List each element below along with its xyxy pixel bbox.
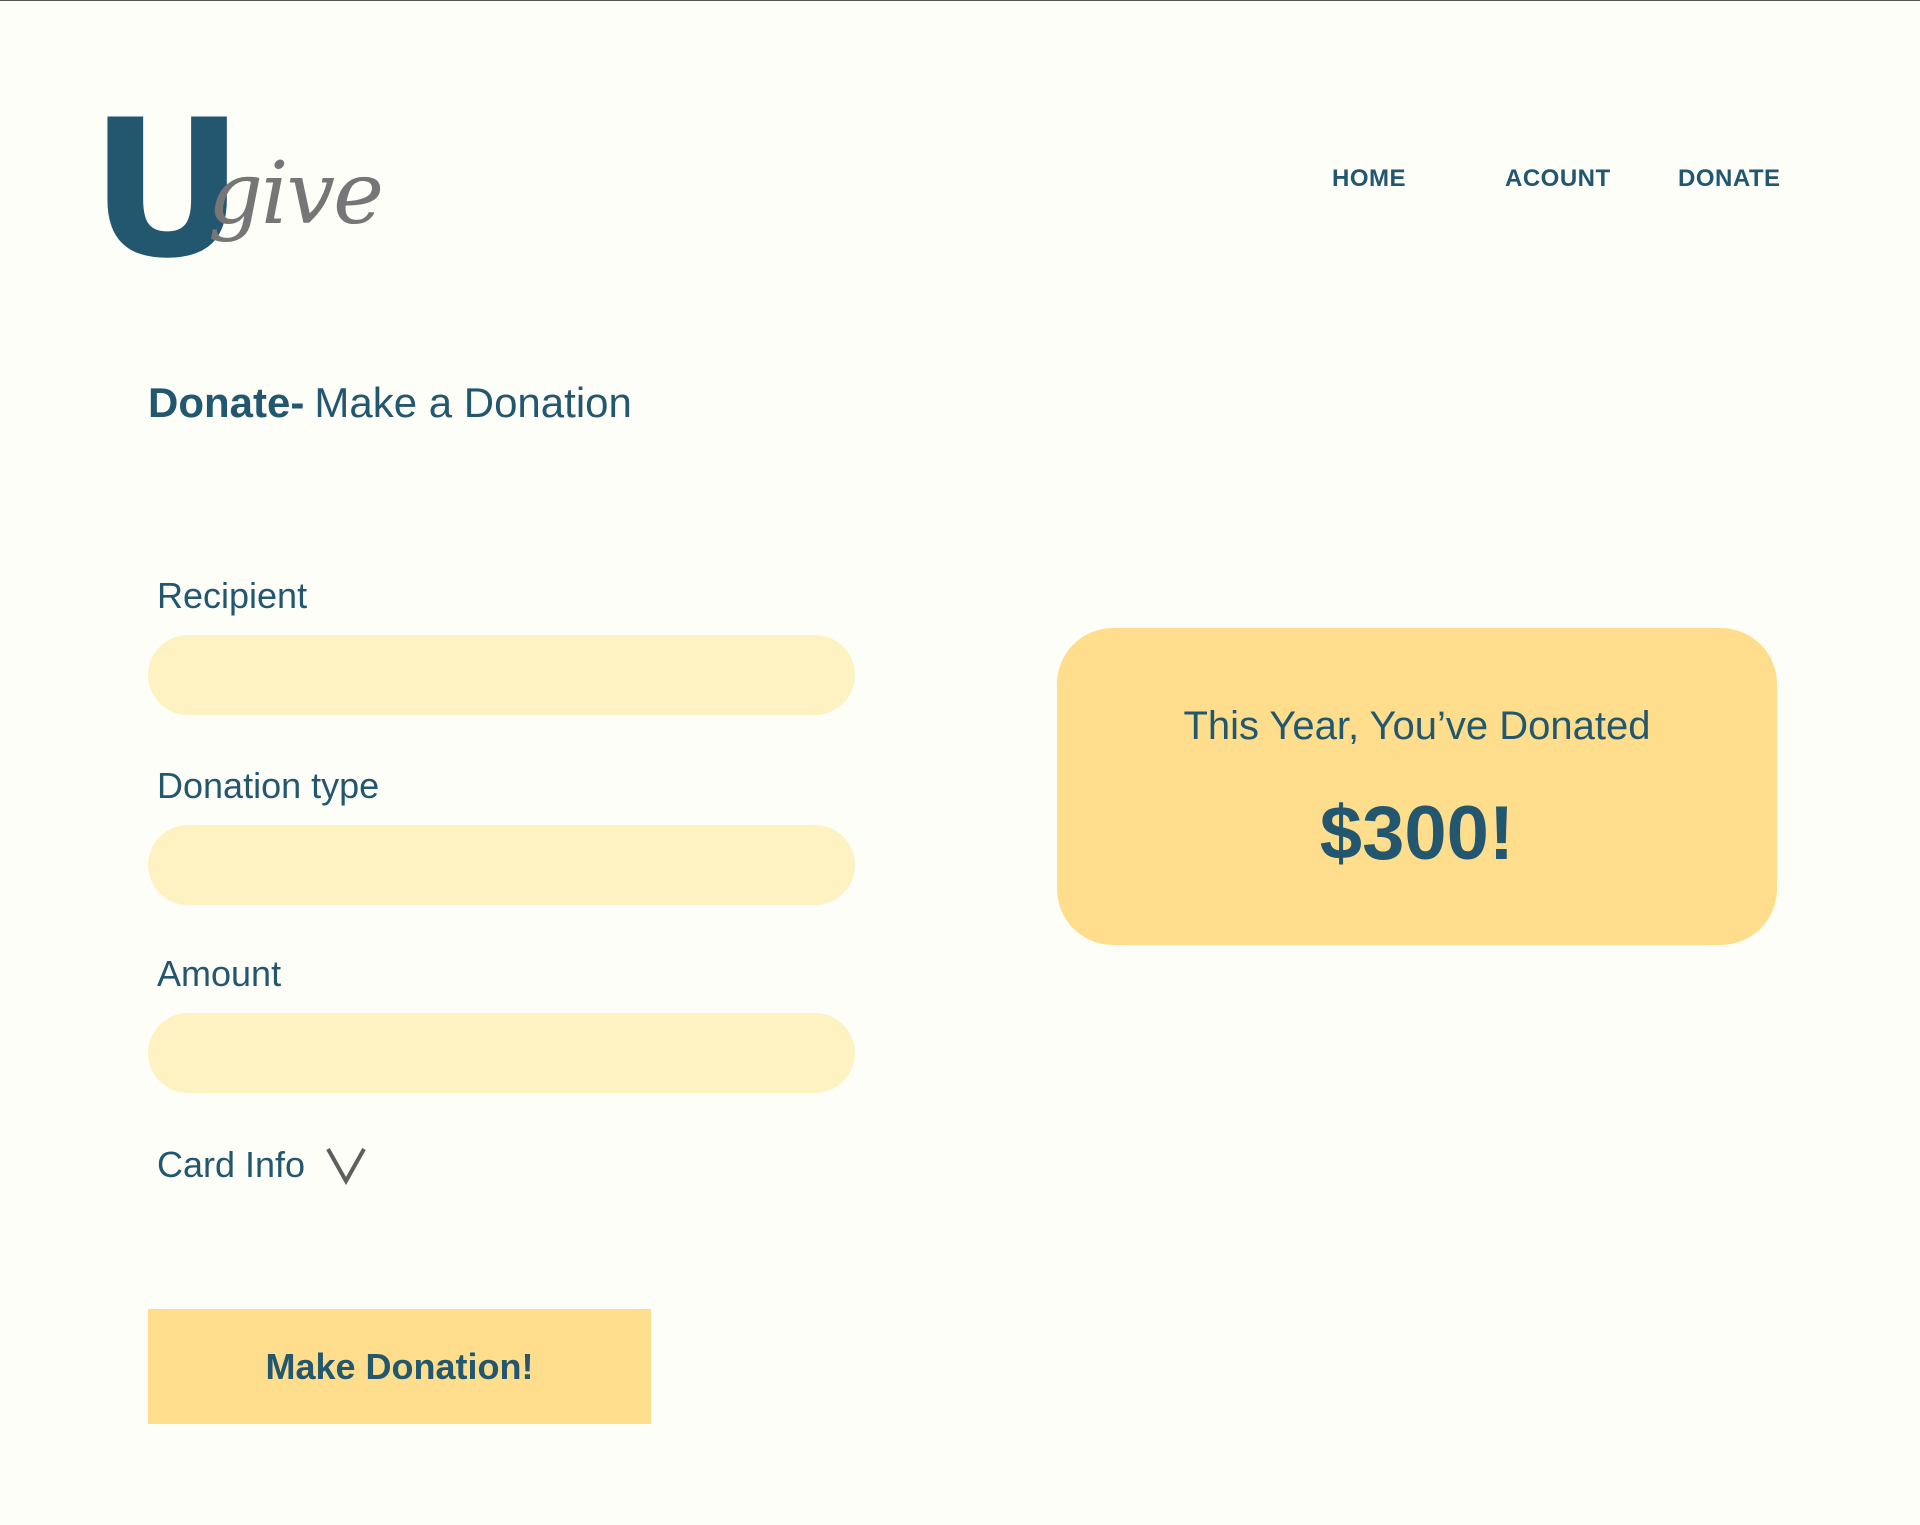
main-nav: HOME ACOUNT DONATE: [0, 164, 1920, 194]
nav-home-link[interactable]: HOME: [1332, 164, 1406, 194]
recipient-input[interactable]: [148, 635, 855, 715]
logo-word: give: [208, 144, 384, 244]
nav-account-link[interactable]: ACOUNT: [1505, 164, 1611, 194]
yearly-donation-amount: $300!: [1319, 791, 1515, 876]
page-title-rest: Make a Donation: [314, 379, 632, 426]
chevron-down-icon[interactable]: [325, 1145, 367, 1186]
page-title-bold: Donate-: [148, 379, 305, 426]
card-info-label: Card Info: [157, 1144, 306, 1185]
amount-input[interactable]: [148, 1013, 855, 1093]
donation-type-label: Donation type: [157, 765, 380, 806]
nav-donate-link[interactable]: DONATE: [1678, 164, 1781, 194]
donation-type-input[interactable]: [148, 825, 855, 905]
make-donation-button[interactable]: Make Donation!: [148, 1309, 651, 1424]
yearly-donation-caption: This Year, You’ve Donated: [1183, 704, 1651, 748]
amount-label: Amount: [157, 953, 282, 994]
page-title: Donate- Make a Donation: [148, 378, 632, 428]
card-info-toggle[interactable]: Card Info: [157, 1140, 367, 1190]
recipient-label: Recipient: [157, 575, 308, 616]
yearly-donation-card: This Year, You’ve Donated $300!: [1057, 628, 1777, 945]
top-border: [0, 0, 1920, 1]
